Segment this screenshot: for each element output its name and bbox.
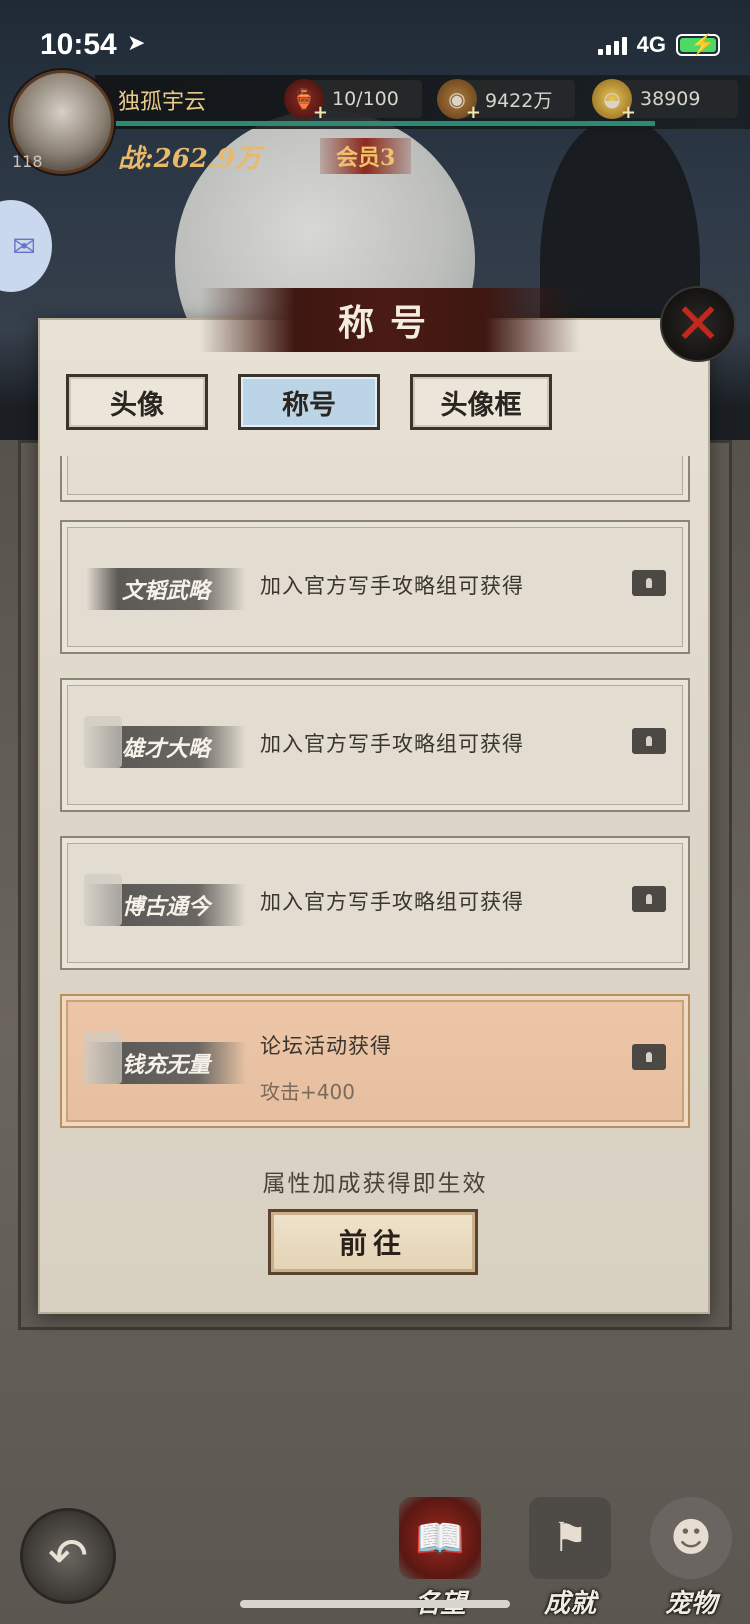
- vip-badge[interactable]: 会员3: [320, 138, 412, 174]
- status-indicators: 4G ⚡: [597, 32, 720, 58]
- lock-icon: [632, 728, 666, 754]
- title-requirement: 加入官方写手攻略组可获得: [260, 732, 524, 756]
- rabbit-decoration-icon: [84, 1032, 122, 1084]
- nav-pet[interactable]: ☻ 宠物: [636, 1490, 746, 1620]
- panel-title-band: 称号: [200, 288, 580, 352]
- list-item[interactable]: 雄才大略 加入官方写手攻略组可获得: [60, 678, 690, 812]
- tab-bar: 头像 称号 头像框: [66, 374, 552, 430]
- exp-bar: [115, 121, 655, 126]
- status-time: 10:54: [40, 28, 117, 61]
- nav-label: 成就: [543, 1589, 596, 1619]
- resource-gold[interactable]: ◒ + 38909: [592, 79, 738, 123]
- tab-title[interactable]: 称号: [238, 374, 380, 430]
- home-indicator[interactable]: [240, 1600, 510, 1608]
- book-decoration-icon: [84, 874, 122, 926]
- resource-stamina[interactable]: 🏺 + 10/100: [284, 79, 422, 123]
- title-bonus: 攻击+400: [260, 1080, 355, 1104]
- status-bar: 10:54 ➤ 4G ⚡: [0, 0, 750, 61]
- copper-coin-icon: ◉ +: [437, 79, 481, 123]
- network-type: 4G: [636, 32, 666, 57]
- stamina-pouch-icon: 🏺 +: [284, 79, 328, 123]
- fan-decoration-icon: [84, 716, 122, 768]
- location-arrow-icon: ➤: [127, 30, 146, 55]
- attribute-note: 属性加成获得即生效: [262, 1171, 488, 1197]
- title-badge: 钱充无量: [84, 1032, 246, 1084]
- close-button[interactable]: ✕: [660, 286, 736, 362]
- battery-icon: ⚡: [676, 34, 720, 56]
- list-item[interactable]: [60, 456, 690, 502]
- pet-beast-icon: ☻: [650, 1497, 732, 1579]
- player-power: 战:262.9万: [118, 144, 262, 174]
- back-arrow-icon: ↶: [47, 1528, 89, 1584]
- tab-avatar-frame[interactable]: 头像框: [410, 374, 552, 430]
- nav-label: 宠物: [664, 1589, 717, 1619]
- list-item[interactable]: 博古通今 加入官方写手攻略组可获得: [60, 836, 690, 970]
- title-badge-text: 博古通今: [121, 894, 210, 920]
- nav-achievement[interactable]: ⚑ 成就: [515, 1490, 625, 1620]
- lock-icon: [632, 1044, 666, 1070]
- list-item[interactable]: 文韬武略 加入官方写手攻略组可获得: [60, 520, 690, 654]
- title-list[interactable]: 文韬武略 加入官方写手攻略组可获得 雄才大略 加入官方写手攻略组可获得 博古通今…: [60, 456, 690, 1136]
- panel-title: 称号: [337, 302, 442, 344]
- achievement-banner-icon: ⚑: [529, 1497, 611, 1579]
- resource-coins[interactable]: ◉ + 9422万: [437, 79, 575, 123]
- resource-value: 38909: [640, 88, 701, 110]
- title-badge: 雄才大略: [84, 716, 246, 768]
- lock-icon: [632, 886, 666, 912]
- resource-value: 9422万: [485, 89, 553, 112]
- title-requirement: 加入官方写手攻略组可获得: [260, 890, 524, 914]
- resource-value: 10/100: [332, 88, 399, 110]
- go-button[interactable]: 前往: [268, 1209, 478, 1275]
- reputation-book-icon: 📖: [399, 1497, 481, 1579]
- title-requirement: 加入官方写手攻略组可获得: [260, 574, 524, 598]
- signal-icon: [597, 35, 627, 55]
- title-badge: 文韬武略: [86, 568, 246, 610]
- title-badge: 博古通今: [84, 874, 246, 926]
- title-badge-text: 文韬武略: [121, 578, 210, 604]
- close-icon: ✕: [674, 291, 722, 357]
- list-item-selected[interactable]: 钱充无量 论坛活动获得 攻击+400: [60, 994, 690, 1128]
- player-level: 118: [12, 152, 43, 171]
- gold-ingot-icon: ◒ +: [592, 79, 636, 123]
- lock-icon: [632, 570, 666, 596]
- title-requirement: 论坛活动获得: [260, 1034, 392, 1058]
- player-name: 独孤宇云: [118, 90, 207, 115]
- title-badge-text: 雄才大略: [121, 736, 210, 762]
- title-badge-text: 钱充无量: [121, 1052, 210, 1078]
- tab-avatar[interactable]: 头像: [66, 374, 208, 430]
- back-button[interactable]: ↶: [20, 1508, 116, 1604]
